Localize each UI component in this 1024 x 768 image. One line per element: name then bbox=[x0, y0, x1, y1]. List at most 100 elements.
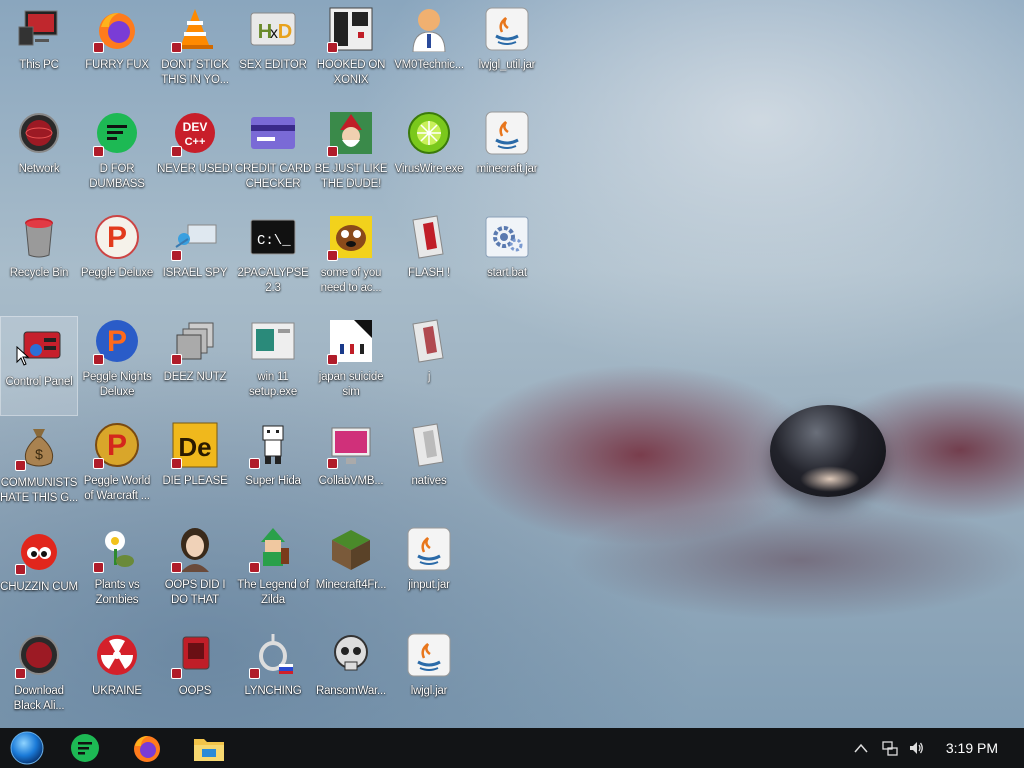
desktop-icon-start-bat[interactable]: start.bat bbox=[468, 208, 546, 308]
desktop-icon-lwjgl-util-jar[interactable]: lwjgl_util.jar bbox=[468, 0, 546, 100]
shortcut-arrow-icon bbox=[171, 42, 182, 53]
desktop-icon-label: Control Panel bbox=[5, 376, 73, 388]
setup-window-icon bbox=[249, 317, 297, 365]
traffic-cone-icon bbox=[171, 5, 219, 53]
desktop-icon-deez-nutz[interactable]: DEEZ NUTZ bbox=[156, 312, 234, 412]
start-button[interactable] bbox=[2, 728, 52, 768]
desktop-icon-oops[interactable]: OOPS bbox=[156, 626, 234, 726]
desktop-icon-label: natives bbox=[411, 475, 447, 487]
desktop-icon-plants-vs-zombies[interactable]: Plants vs Zombies bbox=[78, 520, 156, 620]
desktop-icon-natives[interactable]: natives bbox=[390, 416, 468, 516]
desktop-icon-label: CHUZZIN CUM bbox=[0, 581, 78, 593]
desktop-icon-label: lwjgl_util.jar bbox=[478, 59, 536, 71]
dev-cpp-icon: DEV C++ bbox=[171, 109, 219, 157]
desktop-icon-download-black-ali[interactable]: Download Black Ali... bbox=[0, 626, 78, 726]
desktop-icon-ransomwar[interactable]: RansomWar... bbox=[312, 626, 390, 726]
speaker-volume-icon[interactable] bbox=[908, 740, 924, 756]
black-globe-icon bbox=[15, 631, 63, 679]
desktop-icon-never-used[interactable]: DEV C++ NEVER USED! bbox=[156, 104, 234, 204]
desktop-icon-sex-editor[interactable]: HxD SEX EDITOR bbox=[234, 0, 312, 100]
network-icon[interactable] bbox=[882, 740, 898, 756]
desktop-icon-2pacalypse[interactable]: C:\_ 2PACALYPSE 2.3 bbox=[234, 208, 312, 308]
taskbar-app-notes[interactable] bbox=[60, 728, 110, 768]
shortcut-arrow-icon bbox=[93, 458, 104, 469]
desktop-icon-some-of-you[interactable]: some of you need to ac... bbox=[312, 208, 390, 308]
svg-text:P: P bbox=[107, 221, 127, 254]
desktop-icon-label: UKRAINE bbox=[92, 685, 142, 697]
desktop-icon-label: Peggle Nights Deluxe bbox=[82, 371, 152, 398]
cartoon-dog-icon bbox=[327, 213, 375, 261]
lime-wheel-icon bbox=[405, 109, 453, 157]
desktop-icon-label: 2PACALYPSE 2.3 bbox=[237, 267, 309, 294]
network-screen-icon bbox=[171, 213, 219, 261]
folder-document-icon bbox=[405, 421, 453, 469]
desktop-icon-japan-suicide-sim[interactable]: japan suicide sim bbox=[312, 312, 390, 412]
desktop-icon-recycle-bin[interactable]: Recycle Bin bbox=[0, 208, 78, 308]
desktop-icon-peggle-wow[interactable]: P Peggle World of Warcraft ... bbox=[78, 416, 156, 516]
shortcut-arrow-icon bbox=[15, 564, 26, 575]
desktop-icon-label: D FOR DUMBASS bbox=[89, 163, 145, 190]
desktop-icon-label: This PC bbox=[19, 59, 59, 71]
desktop-icon-dont-stick[interactable]: DONT STICK THIS IN YO... bbox=[156, 0, 234, 100]
desktop-icon-minecraft4fr[interactable]: Minecraft4Fr... bbox=[312, 520, 390, 620]
desktop-icon-d-for-dumbass[interactable]: D FOR DUMBASS bbox=[78, 104, 156, 204]
hxd-icon: HxD bbox=[249, 5, 297, 53]
desktop-icon-legend-of-zilda[interactable]: The Legend of Zilda bbox=[234, 520, 312, 620]
desktop-icon-credit-card-checker[interactable]: CREDIT CARD CHECKER bbox=[234, 104, 312, 204]
desktop-icon-lynching[interactable]: LYNCHING bbox=[234, 626, 312, 726]
desktop-icon-be-just-like-the-dude[interactable]: BE JUST LIKE THE DUDE! bbox=[312, 104, 390, 204]
desktop-icon-communists[interactable]: $ COMMUNISTS HATE THIS G... bbox=[0, 418, 78, 518]
desktop-icon-viruswire[interactable]: VirusWire.exe bbox=[390, 104, 468, 204]
desktop-icon-furry-fux[interactable]: FURRY FUX bbox=[78, 0, 156, 100]
peggle-wow-icon: P bbox=[93, 421, 141, 469]
desktop-icon-lwjgl-jar[interactable]: lwjgl.jar bbox=[390, 626, 468, 726]
desktop-icon-label: j bbox=[427, 371, 431, 383]
taskbar-app-file-explorer[interactable] bbox=[184, 728, 234, 768]
shortcut-arrow-icon bbox=[327, 42, 338, 53]
shortcut-arrow-icon bbox=[327, 458, 338, 469]
firefox-icon bbox=[93, 5, 141, 53]
desktop-icon-oops-did-i[interactable]: OOPS DID I DO THAT bbox=[156, 520, 234, 620]
taskbar-clock[interactable]: 3:19 PM bbox=[946, 740, 998, 756]
desktop-icon-control-panel[interactable]: Control Panel bbox=[0, 316, 78, 416]
desktop-icon-super-hida[interactable]: Super Hida bbox=[234, 416, 312, 516]
desktop-icon-die-please[interactable]: De DIE PLEASE bbox=[156, 416, 234, 516]
desktop-icon-label: DEEZ NUTZ bbox=[163, 371, 227, 383]
desktop-icon-flash[interactable]: FLASH ! bbox=[390, 208, 468, 308]
desktop-icon-chuzzin[interactable]: CHUZZIN CUM bbox=[0, 522, 78, 622]
green-document-icon bbox=[93, 109, 141, 157]
taskbar-app-firefox[interactable] bbox=[122, 728, 172, 768]
portrait-icon bbox=[171, 525, 219, 573]
desktop-icon-win11-setup[interactable]: win 11 setup.exe bbox=[234, 312, 312, 412]
mouse-cursor-icon bbox=[16, 346, 30, 366]
desktop-icon-label: lwjgl.jar bbox=[410, 685, 448, 697]
desktop-icon-label: SEX EDITOR bbox=[239, 59, 307, 71]
network-globe-icon bbox=[15, 109, 63, 157]
shortcut-arrow-icon bbox=[171, 250, 182, 261]
svg-text:D: D bbox=[278, 21, 292, 43]
desktop-icon-label: VM0Technic... bbox=[394, 59, 464, 71]
desktop-icon-j[interactable]: j bbox=[390, 312, 468, 412]
desktop-icon-israel-spy[interactable]: ISRAEL SPY bbox=[156, 208, 234, 308]
desktop-icon-network[interactable]: Network bbox=[0, 104, 78, 204]
desktop-icon-peggle-deluxe[interactable]: P Peggle Deluxe bbox=[78, 208, 156, 308]
desktop-icon-collabvmb[interactable]: CollabVMB... bbox=[312, 416, 390, 516]
desktop-icon-label: start.bat bbox=[487, 267, 527, 279]
rope-noose-icon bbox=[249, 631, 297, 679]
chevron-up-icon[interactable] bbox=[854, 743, 868, 753]
desktop-icon-label: BE JUST LIKE THE DUDE! bbox=[314, 163, 388, 190]
desktop-icon-peggle-nights-deluxe[interactable]: P Peggle Nights Deluxe bbox=[78, 312, 156, 412]
desktop-icon-minecraft-jar[interactable]: minecraft.jar bbox=[468, 104, 546, 204]
desktop-icon-vm0technic[interactable]: VM0Technic... bbox=[390, 0, 468, 100]
desktop-icon-label: Peggle Deluxe bbox=[80, 267, 154, 279]
desktop-icon-label: minecraft.jar bbox=[476, 163, 538, 175]
svg-text:C++: C++ bbox=[185, 136, 206, 148]
desktop-icon-this-pc[interactable]: This PC bbox=[0, 0, 78, 100]
shortcut-arrow-icon bbox=[93, 354, 104, 365]
desktop-icon-jinput-jar[interactable]: jinput.jar bbox=[390, 520, 468, 620]
java-jar-icon bbox=[483, 109, 531, 157]
desktop-icon-hooked-on-xonix[interactable]: HOOKED ON XONIX bbox=[312, 0, 390, 100]
desktop-icon-ukraine[interactable]: UKRAINE bbox=[78, 626, 156, 726]
shortcut-arrow-icon bbox=[327, 354, 338, 365]
start-orb-icon bbox=[10, 731, 44, 765]
